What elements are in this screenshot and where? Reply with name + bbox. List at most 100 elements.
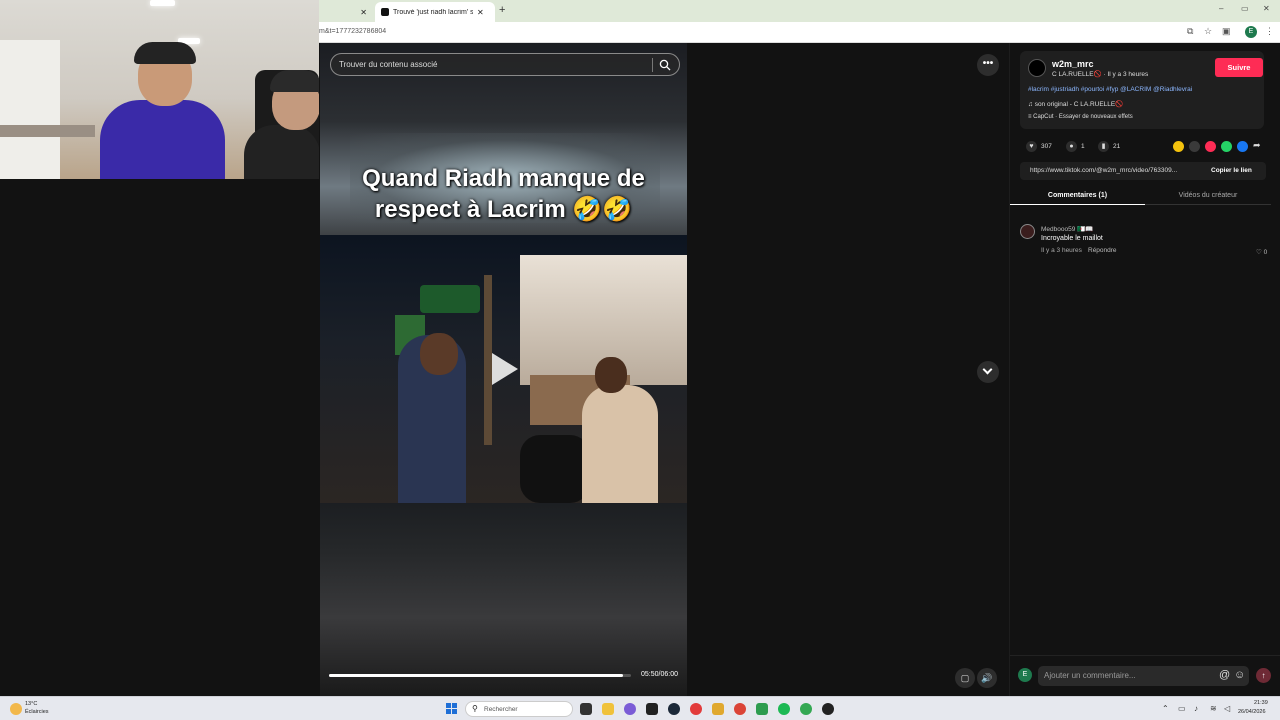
app-red-icon[interactable] <box>690 703 702 715</box>
play-icon[interactable] <box>492 353 518 385</box>
video-player[interactable]: Quand Riadh manque de respect à Lacrim 🤣… <box>320 43 687 696</box>
bookmark-star-icon[interactable]: ☆ <box>1204 26 1212 37</box>
author-avatar[interactable] <box>1028 59 1046 77</box>
send-comment-button[interactable]: ↑ <box>1256 668 1271 683</box>
webcam-overlay <box>0 0 319 179</box>
browser-tab-active[interactable]: Trouvé 'just riadh lacrim' sur TikTok ✕ <box>375 2 495 22</box>
volume-button[interactable]: 🔊 <box>977 668 997 688</box>
chrome-profile-icon[interactable] <box>800 703 812 715</box>
comment-button[interactable]: ● 1 <box>1066 141 1085 152</box>
video-link[interactable]: https://www.tiktok.com/@w2m_mrc/video/76… <box>1030 167 1177 174</box>
like-button[interactable]: ♥ 307 <box>1026 141 1052 152</box>
copy-link-box: https://www.tiktok.com/@w2m_mrc/video/76… <box>1020 162 1266 180</box>
url-text[interactable]: m&t=1777232786804 <box>319 28 386 35</box>
file-explorer-icon[interactable] <box>602 703 614 715</box>
emoji-icon[interactable]: ☺ <box>1234 669 1245 681</box>
commenter-username[interactable]: Medbooo59 🇩🇿📖 <box>1041 225 1093 233</box>
taskbar-search-input[interactable]: ⚲ Rechercher <box>465 701 573 717</box>
app-green-icon[interactable] <box>756 703 768 715</box>
search-placeholder: Trouver du contenu associé <box>339 60 438 69</box>
new-tab-button[interactable]: + <box>499 4 505 16</box>
effect-info[interactable]: ≡ CapCut · Essayer de nouveaux effets <box>1028 114 1133 120</box>
person-right <box>582 385 658 503</box>
follow-button[interactable]: Suivre <box>1215 58 1263 77</box>
music-title: son original - C LA.RUELLE🚫 <box>1034 101 1124 108</box>
tab-creator-videos[interactable]: Vidéos du créateur <box>1145 186 1271 205</box>
task-view-icon[interactable] <box>580 703 592 715</box>
caption-line: respect à Lacrim 🤣🤣 <box>374 196 633 223</box>
weather-description[interactable]: Éclaircies <box>25 709 49 715</box>
music-info[interactable]: ♫ son original - C LA.RUELLE🚫 <box>1028 100 1123 108</box>
tab-close-icon[interactable]: ✕ <box>477 8 484 17</box>
minimize-button[interactable]: – <box>1219 4 1223 13</box>
chrome-icon[interactable] <box>734 703 746 715</box>
whatsapp-icon[interactable] <box>1221 141 1232 152</box>
clock-time[interactable]: 21:39 <box>1254 700 1268 706</box>
wifi-icon[interactable]: ≋ <box>1210 704 1217 713</box>
facebook-icon[interactable] <box>1237 141 1248 152</box>
background-desk <box>0 125 95 137</box>
network-icon[interactable]: ▭ <box>1178 704 1186 713</box>
music-note-icon: ♫ <box>1028 101 1035 108</box>
menu-kebab-icon[interactable]: ⋮ <box>1265 26 1274 37</box>
address-bar[interactable]: m&t=1777232786804 ⧉ ☆ ▣ E ⋮ <box>319 22 1280 43</box>
comment-like-count: 0 <box>1263 249 1268 256</box>
search-icon[interactable] <box>659 59 671 71</box>
save-button[interactable]: ▮ 21 <box>1098 141 1120 152</box>
microphone-icon[interactable]: ♪ <box>1194 704 1198 713</box>
guest-body <box>244 125 319 179</box>
copy-link-button[interactable]: Copier le lien <box>1211 167 1252 174</box>
share-arrow-icon[interactable]: ➦ <box>1253 140 1261 151</box>
share-friends-icon[interactable] <box>1205 141 1216 152</box>
commenter-avatar[interactable] <box>1020 224 1035 239</box>
reply-button[interactable]: Répondre <box>1088 247 1117 254</box>
author-card: w2m_mrc C LA.RUELLE🚫 · Il y a 3 heures S… <box>1020 51 1264 129</box>
hashtags[interactable]: #lacrim #justriadh #pourtoi #fyp @LACRIM… <box>1028 86 1192 93</box>
streamer-body <box>100 100 225 179</box>
more-options-button[interactable]: ••• <box>977 54 999 76</box>
guest-cap <box>270 70 319 92</box>
bookmark-icon: ▮ <box>1098 141 1109 152</box>
tab-close-icon[interactable]: ✕ <box>360 8 367 17</box>
comment-text: Incroyable le maillot <box>1041 235 1103 242</box>
author-display-name: C LA.RUELLE🚫 <box>1052 71 1102 78</box>
video-progress-bar[interactable] <box>329 674 631 677</box>
tray-chevron-up-icon[interactable]: ⌃ <box>1162 704 1169 713</box>
steam-icon[interactable] <box>668 703 680 715</box>
weather-sun-icon[interactable] <box>10 703 22 715</box>
maximize-button[interactable]: ▭ <box>1241 4 1249 13</box>
spotify-icon[interactable] <box>778 703 790 715</box>
comment-input[interactable]: Ajouter un commentaire... @ ☺ <box>1038 666 1249 686</box>
heart-icon: ♥ <box>1026 141 1037 152</box>
repost-icon[interactable] <box>1173 141 1184 152</box>
clock-date[interactable]: 26/04/2026 <box>1238 709 1266 715</box>
tab-comments[interactable]: Commentaires (1) <box>1010 186 1145 205</box>
comment-like-button[interactable]: ♡ 0 <box>1256 248 1267 256</box>
app-yellow-icon[interactable] <box>712 703 724 715</box>
embed-icon[interactable] <box>1189 141 1200 152</box>
search-icon: ⚲ <box>472 704 478 713</box>
windows-start-icon[interactable] <box>446 703 458 715</box>
discord-icon[interactable] <box>624 703 636 715</box>
mention-icon[interactable]: @ <box>1219 669 1230 681</box>
media-player-icon[interactable] <box>822 703 834 715</box>
video-progress-fill <box>329 674 623 677</box>
browser-tab[interactable]: ✕ <box>319 2 375 22</box>
picture-in-picture-button[interactable]: ▢ <box>955 668 975 688</box>
extensions-icon[interactable]: ▣ <box>1222 26 1231 37</box>
profile-avatar[interactable]: E <box>1245 26 1257 38</box>
speaker-icon[interactable]: ◁ <box>1224 704 1230 713</box>
author-username[interactable]: w2m_mrc <box>1052 59 1094 69</box>
author-subline: C LA.RUELLE🚫 · Il y a 3 heures <box>1052 70 1148 78</box>
next-video-button[interactable] <box>977 361 999 383</box>
weather-temperature[interactable]: 13°C <box>25 701 37 707</box>
browser-tab-bar: ✕ Trouvé 'just riadh lacrim' sur TikTok … <box>319 0 1280 22</box>
caption-line: Quand Riadh manque de <box>362 165 645 192</box>
taskbar-search-placeholder: Rechercher <box>484 706 518 713</box>
comment-item: Medbooo59 🇩🇿📖 Incroyable le maillot Il y… <box>1020 223 1270 263</box>
translate-icon[interactable]: ⧉ <box>1187 26 1193 37</box>
close-window-button[interactable]: ✕ <box>1263 4 1270 13</box>
details-panel: w2m_mrc C LA.RUELLE🚫 · Il y a 3 heures S… <box>1009 43 1280 696</box>
epic-games-icon[interactable] <box>646 703 658 715</box>
related-search-input[interactable]: Trouver du contenu associé <box>330 53 680 76</box>
